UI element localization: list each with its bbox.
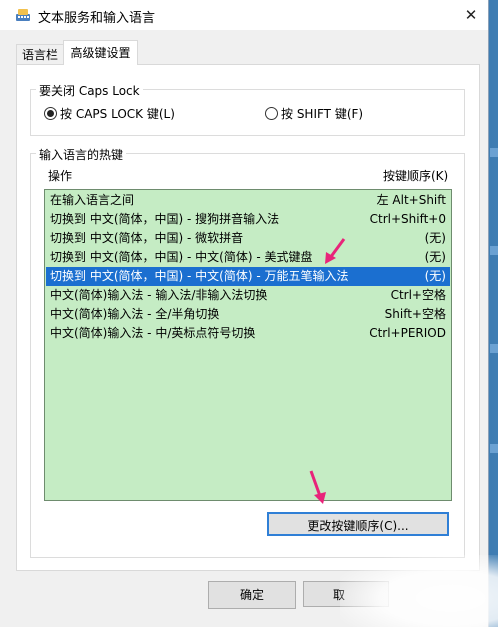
radio-unselected-icon <box>265 107 278 120</box>
desktop-edge-icon <box>490 344 498 353</box>
keyboard-app-icon <box>16 9 30 21</box>
hotkeys-group-title: 输入语言的热键 <box>36 146 127 163</box>
change-key-sequence-button[interactable]: 更改按键顺序(C)... <box>267 512 449 536</box>
dialog-window: 文本服务和输入语言 ✕ 语言栏 高级键设置 要关闭 Caps Lock 按 CA… <box>0 0 489 627</box>
close-button[interactable]: ✕ <box>458 2 484 28</box>
title-bar: 文本服务和输入语言 ✕ <box>0 0 488 30</box>
radio-caps-lock-label: 按 CAPS LOCK 键(L) <box>60 107 175 121</box>
list-item[interactable]: 中文(简体)输入法 - 输入法/非输入法切换 Ctrl+空格 <box>46 286 450 305</box>
list-item[interactable]: 切换到 中文(简体，中国) - 中文(简体) - 美式键盘 (无) <box>46 248 450 267</box>
radio-selected-icon <box>44 107 57 120</box>
desktop-edge-icon <box>490 444 498 453</box>
list-item[interactable]: 切换到 中文(简体，中国) - 微软拼音 (无) <box>46 229 450 248</box>
ok-button[interactable]: 确定 <box>208 581 296 609</box>
column-header-key-sequence: 按键顺序(K) <box>383 169 449 183</box>
radio-caps-lock[interactable]: 按 CAPS LOCK 键(L) <box>44 106 175 122</box>
column-header-action: 操作 <box>48 169 73 183</box>
radio-shift[interactable]: 按 SHIFT 键(F) <box>265 106 363 122</box>
list-item[interactable]: 在输入语言之间左 Alt+Shift <box>46 191 450 210</box>
list-item[interactable]: 中文(简体)输入法 - 全/半角切换 Shift+空格 <box>46 305 450 324</box>
hotkey-list[interactable]: 在输入语言之间左 Alt+Shift 切换到 中文(简体，中国) - 搜狗拼音输… <box>44 189 452 501</box>
desktop-edge-icon <box>490 246 498 255</box>
list-item[interactable]: 切换到 中文(简体，中国) - 搜狗拼音输入法 Ctrl+Shift+0 <box>46 210 450 229</box>
close-icon: ✕ <box>464 6 478 24</box>
desktop-edge-icon <box>490 148 498 157</box>
window-title: 文本服务和输入语言 <box>38 11 156 26</box>
radio-shift-label: 按 SHIFT 键(F) <box>281 107 364 121</box>
list-item[interactable]: 中文(简体)输入法 - 中/英标点符号切换 Ctrl+PERIOD <box>46 324 450 343</box>
annotation-arrow-icon <box>309 470 326 504</box>
annotation-arrow-icon <box>325 238 346 264</box>
caps-lock-group-title: 要关闭 Caps Lock <box>36 82 143 99</box>
watermark-glow <box>340 555 498 627</box>
list-item-selected[interactable]: 切换到 中文(简体，中国) - 中文(简体) - 万能五笔输入法 (无) <box>46 267 450 286</box>
tab-language-bar[interactable]: 语言栏 <box>16 44 64 65</box>
tab-advanced-key-settings[interactable]: 高级键设置 <box>63 40 138 65</box>
